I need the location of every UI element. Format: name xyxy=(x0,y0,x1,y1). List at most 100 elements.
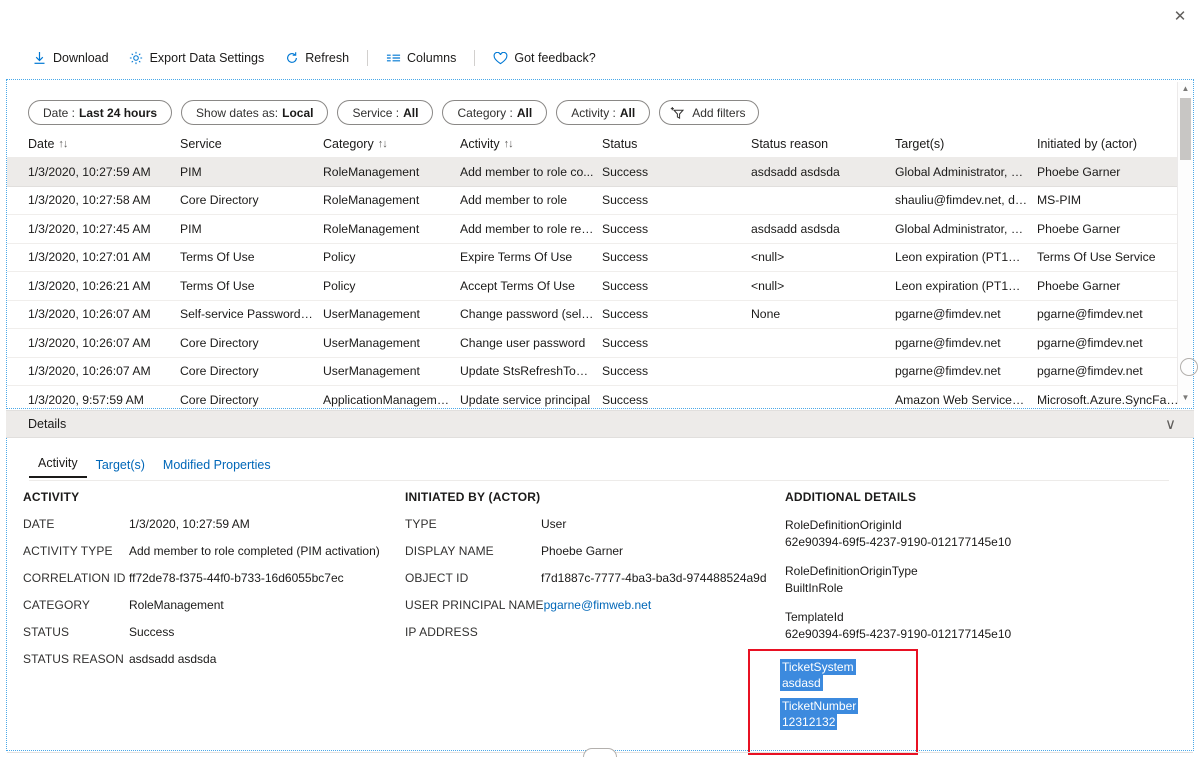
field-status-key: STATUS xyxy=(23,625,129,640)
got-feedback-button[interactable]: Got feedback? xyxy=(483,43,605,73)
close-icon[interactable]: ✕ xyxy=(1166,3,1194,29)
cell-category: UserManagement xyxy=(323,307,460,321)
command-toolbar: Download Export Data Settings Refresh Co… xyxy=(0,40,1200,76)
table-row[interactable]: 1/3/2020, 9:57:59 AM Core Directory Appl… xyxy=(7,386,1187,408)
table-row[interactable]: 1/3/2020, 10:27:58 AM Core Directory Rol… xyxy=(7,187,1187,216)
add-filters-button[interactable]: Add filters xyxy=(659,100,758,125)
column-header-targets[interactable]: Target(s) xyxy=(895,137,1037,151)
column-header-date-label: Date xyxy=(28,137,54,151)
table-row[interactable]: 1/3/2020, 10:26:07 AM Core Directory Use… xyxy=(7,358,1187,387)
table-row[interactable]: 1/3/2020, 10:27:45 AM PIM RoleManagement… xyxy=(7,215,1187,244)
column-header-initiated-by[interactable]: Initiated by (actor) xyxy=(1037,137,1187,151)
column-header-date[interactable]: Date ↑↓ xyxy=(28,137,180,151)
column-header-initiated-by-label: Initiated by (actor) xyxy=(1037,137,1137,151)
chevron-down-icon[interactable]: ∨ xyxy=(1159,417,1182,432)
tab-modified-properties[interactable]: Modified Properties xyxy=(154,458,280,478)
ticket-system-name: TicketSystem xyxy=(780,659,856,675)
refresh-icon xyxy=(284,51,299,66)
filter-pill-show-dates-as[interactable]: Show dates as: Local xyxy=(181,100,328,125)
columns-icon xyxy=(386,51,401,66)
cell-category: ApplicationManagement xyxy=(323,393,460,407)
cell-category: UserManagement xyxy=(323,364,460,378)
cell-initiated-by: Terms Of Use Service xyxy=(1037,250,1187,264)
column-header-status-label: Status xyxy=(602,137,637,151)
tab-targets[interactable]: Target(s) xyxy=(87,458,154,478)
scroll-down-icon[interactable]: ▼ xyxy=(1178,391,1193,404)
column-header-service-label: Service xyxy=(180,137,222,151)
table-row[interactable]: 1/3/2020, 10:26:21 AM Terms Of Use Polic… xyxy=(7,272,1187,301)
cell-date: 1/3/2020, 10:27:58 AM xyxy=(28,193,180,207)
cell-targets: pgarne@fimdev.net xyxy=(895,336,1037,350)
column-header-status-reason[interactable]: Status reason xyxy=(751,137,895,151)
column-header-activity[interactable]: Activity ↑↓ xyxy=(460,137,602,151)
filter-pill-service[interactable]: Service : All xyxy=(337,100,433,125)
cell-targets: pgarne@fimdev.net xyxy=(895,307,1037,321)
column-header-status[interactable]: Status xyxy=(602,137,751,151)
cell-service: Core Directory xyxy=(180,364,323,378)
refresh-label: Refresh xyxy=(305,51,349,65)
cell-service: Terms Of Use xyxy=(180,250,323,264)
pane-resize-handle[interactable] xyxy=(583,748,617,757)
filter-activity-value: All xyxy=(620,106,635,120)
column-header-status-reason-label: Status reason xyxy=(751,137,828,151)
table-row[interactable]: 1/3/2020, 10:26:07 AM Core Directory Use… xyxy=(7,329,1187,358)
filter-activity-key: Activity : xyxy=(571,106,616,120)
details-header-bar[interactable]: Details ∨ xyxy=(6,410,1194,438)
grid-scrollbar[interactable]: ▲ ▼ xyxy=(1177,82,1192,404)
cell-activity: Update service principal xyxy=(460,393,602,407)
table-row[interactable]: 1/3/2020, 10:27:59 AM PIM RoleManagement… xyxy=(7,158,1187,187)
filter-show-dates-value: Local xyxy=(282,106,313,120)
filter-pill-row: Date : Last 24 hours Show dates as: Loca… xyxy=(28,100,759,125)
tab-activity[interactable]: Activity xyxy=(29,456,87,478)
export-data-settings-button[interactable]: Export Data Settings xyxy=(119,43,275,73)
highlighted-ticket-details: TicketSystem asdasd TicketNumber 1231213… xyxy=(780,659,910,730)
download-button[interactable]: Download xyxy=(22,43,119,73)
activity-section: ACTIVITY DATE 1/3/2020, 10:27:59 AM ACTI… xyxy=(23,490,408,679)
ticket-system-value: asdasd xyxy=(780,675,823,691)
scrollbar-thumb[interactable] xyxy=(1180,98,1191,160)
ticket-number-value: 12312132 xyxy=(780,714,837,730)
filter-pill-date[interactable]: Date : Last 24 hours xyxy=(28,100,172,125)
cell-category: RoleManagement xyxy=(323,165,460,179)
column-header-service[interactable]: Service xyxy=(180,137,323,151)
field-status-reason-value: asdsadd asdsda xyxy=(129,652,216,667)
cell-date: 1/3/2020, 10:27:01 AM xyxy=(28,250,180,264)
field-date: DATE 1/3/2020, 10:27:59 AM xyxy=(23,517,408,532)
resize-circle-icon xyxy=(1180,358,1198,376)
sort-icon-activity[interactable]: ↑↓ xyxy=(504,138,513,150)
cell-initiated-by: Phoebe Garner xyxy=(1037,279,1187,293)
sort-icon-date[interactable]: ↑↓ xyxy=(58,138,67,150)
field-type-key: TYPE xyxy=(405,517,541,532)
additional-detail-value: BuiltInRole xyxy=(785,580,1185,597)
filter-service-key: Service : xyxy=(352,106,399,120)
column-header-activity-label: Activity xyxy=(460,137,500,151)
column-header-category[interactable]: Category ↑↓ xyxy=(323,137,460,151)
table-row[interactable]: 1/3/2020, 10:27:01 AM Terms Of Use Polic… xyxy=(7,244,1187,273)
cell-targets: shauliu@fimdev.net, d1e... xyxy=(895,193,1037,207)
filter-pill-activity[interactable]: Activity : All xyxy=(556,100,650,125)
details-pane: Activity Target(s) Modified Properties A… xyxy=(6,438,1194,751)
scroll-up-icon[interactable]: ▲ xyxy=(1178,82,1193,95)
cell-status-reason: None xyxy=(751,307,895,321)
refresh-button[interactable]: Refresh xyxy=(274,43,359,73)
field-user-principal-name-value[interactable]: pgarne@fimweb.net xyxy=(544,598,652,613)
field-correlation-id-key: CORRELATION ID xyxy=(23,571,129,586)
filter-pill-category[interactable]: Category : All xyxy=(442,100,547,125)
cell-initiated-by: Phoebe Garner xyxy=(1037,165,1187,179)
cell-date: 1/3/2020, 10:26:21 AM xyxy=(28,279,180,293)
field-type: TYPE User xyxy=(405,517,785,532)
field-status-value: Success xyxy=(129,625,174,640)
cell-date: 1/3/2020, 10:26:07 AM xyxy=(28,336,180,350)
field-display-name-value: Phoebe Garner xyxy=(541,544,623,559)
sort-icon-category[interactable]: ↑↓ xyxy=(378,138,387,150)
table-row[interactable]: 1/3/2020, 10:26:07 AM Self-service Passw… xyxy=(7,301,1187,330)
additional-details-section: ADDITIONAL DETAILS RoleDefinitionOriginI… xyxy=(785,490,1185,655)
filter-category-value: All xyxy=(517,106,532,120)
cell-initiated-by: Phoebe Garner xyxy=(1037,222,1187,236)
grid-header-row: Date ↑↓ Service Category ↑↓ Activity ↑↓ … xyxy=(7,130,1187,158)
additional-detail-name: RoleDefinitionOriginId xyxy=(785,517,1185,534)
columns-button[interactable]: Columns xyxy=(376,43,466,73)
field-category-key: CATEGORY xyxy=(23,598,129,613)
filter-show-dates-key: Show dates as: xyxy=(196,106,278,120)
cell-status: Success xyxy=(602,222,751,236)
